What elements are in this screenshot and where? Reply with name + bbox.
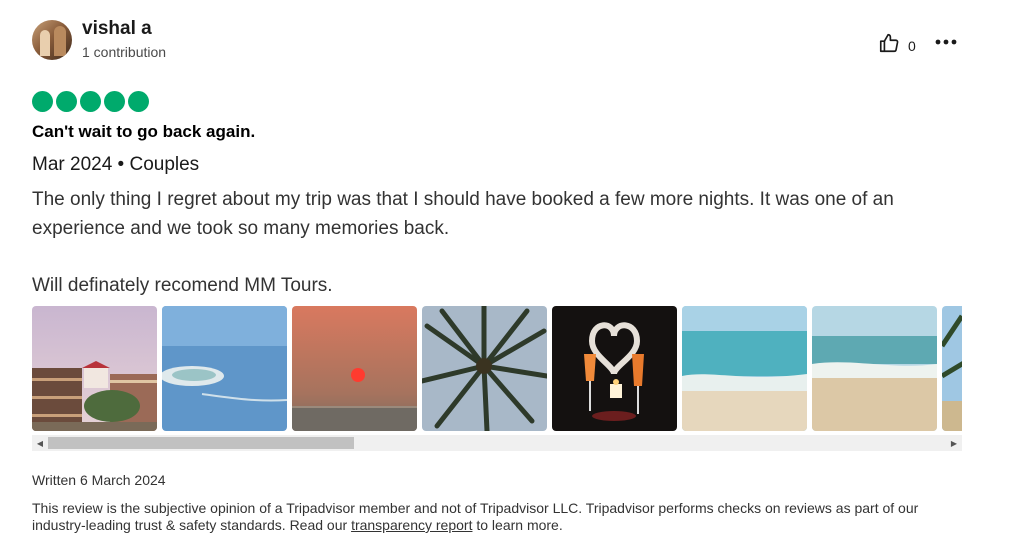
rating-bubble bbox=[32, 91, 53, 112]
rating-bubbles bbox=[32, 91, 149, 112]
island-aerial-photo[interactable] bbox=[162, 306, 287, 431]
thumbs-up-icon bbox=[878, 32, 900, 59]
rating-bubble bbox=[104, 91, 125, 112]
transparency-report-link[interactable]: transparency report bbox=[351, 517, 472, 533]
contribution-count: 1 contribution bbox=[82, 44, 167, 60]
hotel-building-photo[interactable] bbox=[32, 306, 157, 431]
disclaimer-text-end: to learn more. bbox=[472, 517, 563, 533]
more-options-icon[interactable] bbox=[934, 32, 958, 52]
rating-bubble bbox=[56, 91, 77, 112]
sandy-beach-photo[interactable] bbox=[812, 306, 937, 431]
review-body: The only thing I regret about my trip wa… bbox=[32, 189, 894, 296]
photo-gallery bbox=[32, 306, 962, 431]
rating-bubble bbox=[128, 91, 149, 112]
review-meta: Mar 2024 • Couples bbox=[32, 154, 200, 175]
author-name[interactable]: vishal a bbox=[82, 18, 152, 40]
beach-waves-photo[interactable] bbox=[682, 306, 807, 431]
avatar[interactable] bbox=[32, 20, 72, 60]
palm-tree-photo[interactable] bbox=[422, 306, 547, 431]
palm-beach-photo[interactable] bbox=[942, 306, 962, 431]
scrollbar-thumb[interactable] bbox=[48, 437, 354, 449]
scroll-left-icon[interactable]: ◀ bbox=[32, 435, 48, 451]
photo-scrollbar[interactable]: ◀ ▶ bbox=[32, 435, 962, 451]
scroll-right-icon[interactable]: ▶ bbox=[946, 435, 962, 451]
sunset-sea-photo[interactable] bbox=[292, 306, 417, 431]
candlelight-drinks-photo[interactable] bbox=[552, 306, 677, 431]
review-disclaimer: This review is the subjective opinion of… bbox=[32, 500, 972, 534]
review-title[interactable]: Can't wait to go back again. bbox=[32, 122, 255, 142]
helpful-count: 0 bbox=[908, 37, 916, 54]
helpful-vote-button[interactable]: 0 bbox=[878, 32, 916, 59]
written-date: Written 6 March 2024 bbox=[32, 472, 166, 488]
rating-bubble bbox=[80, 91, 101, 112]
